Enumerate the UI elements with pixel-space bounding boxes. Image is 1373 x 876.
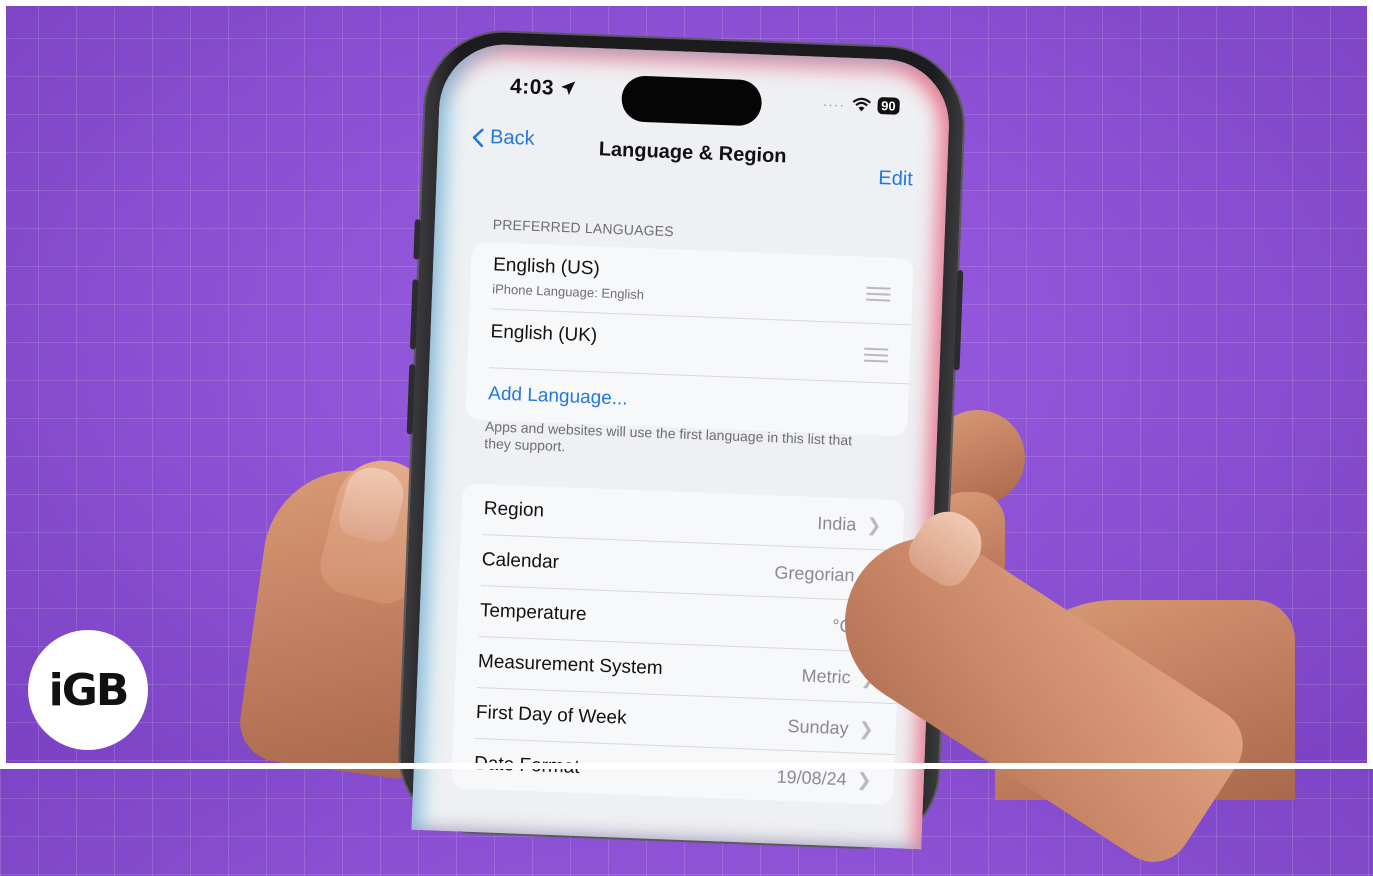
- action-button: [406, 364, 416, 435]
- preferred-languages-list: English (US) iPhone Language: English En…: [465, 241, 914, 437]
- iphone: 4:03 ···· 90 Back Language & Region Edit…: [397, 29, 966, 850]
- edit-button[interactable]: Edit: [878, 167, 913, 191]
- battery-indicator: 90: [876, 96, 900, 115]
- setting-value: Sunday ❯: [787, 715, 875, 740]
- dynamic-island: [620, 75, 763, 127]
- setting-label: Calendar: [481, 549, 560, 574]
- setting-label: Region: [483, 498, 545, 522]
- screen: 4:03 ···· 90 Back Language & Region Edit…: [411, 42, 952, 850]
- setting-value: 19/08/24 ❯: [776, 766, 873, 791]
- reorder-icon[interactable]: [866, 286, 891, 306]
- setting-label: First Day of Week: [475, 702, 627, 729]
- setting-value: India ❯: [817, 512, 882, 536]
- chevron-right-icon: ❯: [866, 514, 882, 536]
- setting-label: Temperature: [479, 600, 587, 626]
- volume-up-button: [413, 219, 421, 260]
- setting-label: Measurement System: [477, 651, 664, 680]
- setting-label: Date Format: [473, 752, 580, 779]
- section-header-preferred-languages: PREFERRED LANGUAGES: [492, 216, 675, 240]
- wifi-icon: [852, 97, 871, 112]
- logo-text: iGB: [48, 664, 130, 716]
- volume-down-button: [409, 279, 419, 350]
- status-time: 4:03: [510, 75, 577, 102]
- language-name: English (UK): [490, 321, 598, 347]
- chevron-right-icon: ❯: [858, 718, 875, 740]
- location-arrow-icon: [561, 81, 576, 96]
- reorder-icon[interactable]: [863, 347, 889, 367]
- igb-logo: iGB: [28, 630, 148, 750]
- page-title: Language & Region: [598, 138, 787, 168]
- signal-icon: ····: [822, 95, 846, 113]
- region-settings-list: Region India❯ Calendar Gregorian❯ Temper…: [451, 483, 905, 806]
- power-button: [953, 270, 964, 371]
- language-name: English (US): [492, 254, 601, 280]
- chevron-right-icon: ❯: [856, 769, 873, 791]
- status-indicators: ···· 90: [822, 95, 900, 115]
- language-subtitle: iPhone Language: English: [492, 281, 645, 303]
